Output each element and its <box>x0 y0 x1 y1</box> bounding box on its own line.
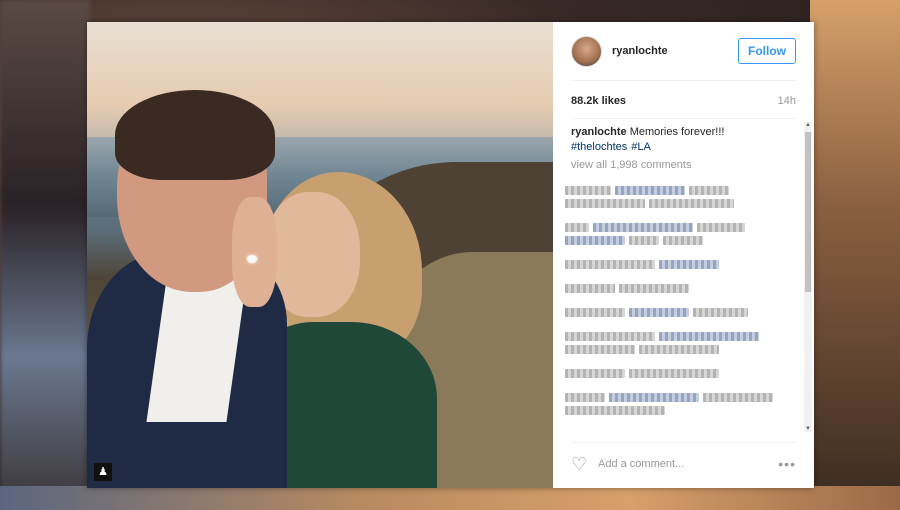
background-blur-right <box>810 0 900 510</box>
list-item <box>565 332 795 341</box>
add-comment-input[interactable]: Add a comment... <box>598 458 684 470</box>
instagram-post-card: ♟ ryanlochte Follow 88.2k likes 14h ryan… <box>87 22 814 488</box>
post-photo[interactable]: ♟ <box>87 22 553 488</box>
scrollbar-thumb[interactable] <box>805 132 811 292</box>
list-item <box>565 308 795 317</box>
post-stats: 88.2k likes 14h <box>571 95 796 107</box>
comments-list-blurred <box>565 182 795 430</box>
divider <box>571 80 796 81</box>
photo-hand <box>232 197 277 307</box>
list-item <box>565 236 795 245</box>
list-item <box>565 406 795 415</box>
list-item <box>565 369 795 378</box>
comments-scrollbar[interactable]: ▲ ▼ <box>804 122 812 432</box>
view-all-comments-link[interactable]: view all 1,998 comments <box>571 159 691 171</box>
post-time[interactable]: 14h <box>778 95 796 107</box>
divider <box>571 442 796 443</box>
post-header: ryanlochte Follow <box>571 35 796 67</box>
username-link[interactable]: ryanlochte <box>612 45 668 57</box>
more-options-icon[interactable]: ••• <box>778 456 796 472</box>
avatar[interactable] <box>571 35 602 67</box>
caption-username[interactable]: ryanlochte <box>571 126 627 138</box>
list-item <box>565 260 795 269</box>
scroll-down-icon[interactable]: ▼ <box>804 426 812 432</box>
list-item <box>565 284 795 293</box>
post-side-panel: ryanlochte Follow 88.2k likes 14h ryanlo… <box>553 22 814 488</box>
hashtags: #thelochtes #LA <box>571 141 655 153</box>
background-blur-left <box>0 0 90 510</box>
hashtag-link[interactable]: #LA <box>631 141 651 153</box>
caption-text: Memories forever!!! <box>626 126 725 138</box>
list-item <box>565 199 795 208</box>
background-blur-bottom <box>0 486 900 510</box>
photo-ring <box>247 255 257 263</box>
list-item <box>565 393 795 402</box>
list-item <box>565 186 795 195</box>
heart-icon[interactable]: ♡ <box>571 455 589 473</box>
user-tag-icon[interactable]: ♟ <box>94 463 112 481</box>
photo-man-hair <box>115 90 275 180</box>
hashtag-link[interactable]: #thelochtes <box>571 141 627 153</box>
divider <box>571 118 796 119</box>
list-item <box>565 223 795 232</box>
comment-footer: ♡ Add a comment... ••• <box>571 454 796 474</box>
scroll-up-icon[interactable]: ▲ <box>804 122 812 128</box>
follow-button[interactable]: Follow <box>738 38 796 64</box>
caption: ryanlochte Memories forever!!! #thelocht… <box>571 125 790 155</box>
list-item <box>565 345 795 354</box>
likes-count[interactable]: 88.2k likes <box>571 95 626 107</box>
